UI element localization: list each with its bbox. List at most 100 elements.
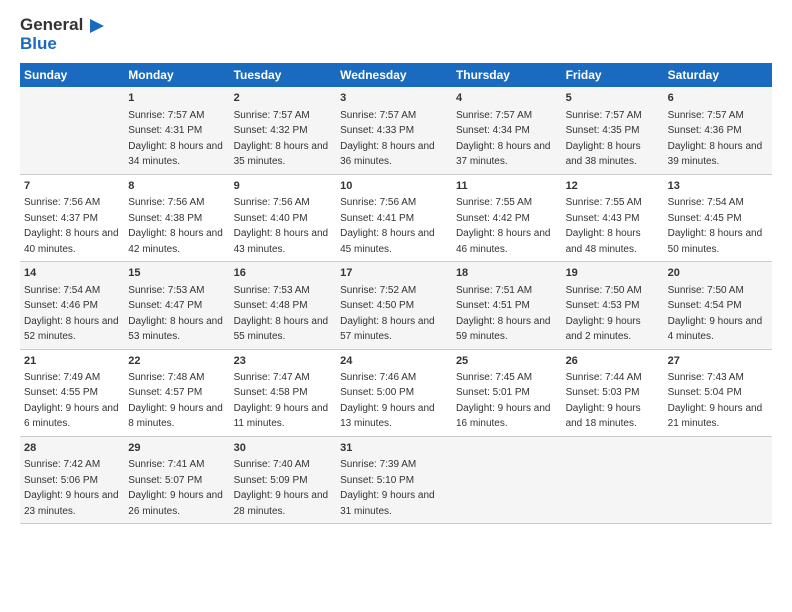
- header-cell: Friday: [562, 63, 664, 87]
- day-info: Sunrise: 7:56 AMSunset: 4:41 PMDaylight:…: [340, 197, 435, 255]
- header-cell: Sunday: [20, 63, 124, 87]
- day-info: Sunrise: 7:43 AMSunset: 5:04 PMDaylight:…: [668, 372, 763, 430]
- day-number: 21: [24, 354, 120, 369]
- calendar-day-cell: 28 Sunrise: 7:42 AMSunset: 5:06 PMDayligh…: [20, 436, 124, 523]
- day-number: 24: [340, 354, 448, 369]
- day-number: 7: [24, 179, 120, 194]
- calendar-day-cell: 11 Sunrise: 7:55 AMSunset: 4:42 PMDayligh…: [452, 174, 562, 261]
- header-row: SundayMondayTuesdayWednesdayThursdayFrid…: [20, 63, 772, 87]
- header-cell: Wednesday: [336, 63, 452, 87]
- header-cell: Tuesday: [230, 63, 337, 87]
- day-info: Sunrise: 7:53 AMSunset: 4:48 PMDaylight:…: [234, 285, 329, 343]
- calendar-day-cell: 13 Sunrise: 7:54 AMSunset: 4:45 PMDayligh…: [664, 174, 772, 261]
- calendar-day-cell: 18 Sunrise: 7:51 AMSunset: 4:51 PMDayligh…: [452, 262, 562, 349]
- day-number: 28: [24, 441, 120, 456]
- calendar-day-cell: 10Sunrise: 7:56 AMSunset: 4:41 PMDayligh…: [336, 174, 452, 261]
- logo-text: General Blue: [20, 16, 104, 53]
- day-number: 25: [456, 354, 558, 369]
- day-info: Sunrise: 7:42 AMSunset: 5:06 PMDaylight:…: [24, 459, 119, 517]
- day-number: 1: [128, 91, 225, 106]
- day-info: Sunrise: 7:57 AMSunset: 4:32 PMDaylight:…: [234, 110, 329, 168]
- calendar-day-cell: 16 Sunrise: 7:53 AMSunset: 4:48 PMDayligh…: [230, 262, 337, 349]
- calendar-day-cell: [452, 436, 562, 523]
- day-info: Sunrise: 7:56 AMSunset: 4:38 PMDaylight:…: [128, 197, 223, 255]
- day-info: Sunrise: 7:53 AMSunset: 4:47 PMDaylight:…: [128, 285, 223, 343]
- header: General Blue: [20, 16, 772, 53]
- day-number: 30: [234, 441, 333, 456]
- day-info: Sunrise: 7:39 AMSunset: 5:10 PMDaylight:…: [340, 459, 435, 517]
- calendar-day-cell: 1 Sunrise: 7:57 AMSunset: 4:31 PMDaylight…: [124, 87, 229, 174]
- day-info: Sunrise: 7:44 AMSunset: 5:03 PMDaylight:…: [566, 372, 642, 430]
- calendar-day-cell: 12 Sunrise: 7:55 AMSunset: 4:43 PMDayligh…: [562, 174, 664, 261]
- day-number: 18: [456, 266, 558, 281]
- day-number: 5: [566, 91, 660, 106]
- day-info: Sunrise: 7:55 AMSunset: 4:43 PMDaylight:…: [566, 197, 642, 255]
- day-info: Sunrise: 7:49 AMSunset: 4:55 PMDaylight:…: [24, 372, 119, 430]
- day-number: 20: [668, 266, 768, 281]
- day-info: Sunrise: 7:57 AMSunset: 4:31 PMDaylight:…: [128, 110, 223, 168]
- day-info: Sunrise: 7:52 AMSunset: 4:50 PMDaylight:…: [340, 285, 435, 343]
- day-info: Sunrise: 7:57 AMSunset: 4:36 PMDaylight:…: [668, 110, 763, 168]
- day-number: 9: [234, 179, 333, 194]
- day-number: 26: [566, 354, 660, 369]
- day-number: 27: [668, 354, 768, 369]
- day-number: 14: [24, 266, 120, 281]
- calendar-week-row: 28 Sunrise: 7:42 AMSunset: 5:06 PMDayligh…: [20, 436, 772, 523]
- calendar-day-cell: 26 Sunrise: 7:44 AMSunset: 5:03 PMDayligh…: [562, 349, 664, 436]
- day-info: Sunrise: 7:50 AMSunset: 4:53 PMDaylight:…: [566, 285, 642, 343]
- day-number: 8: [128, 179, 225, 194]
- calendar-day-cell: 14 Sunrise: 7:54 AMSunset: 4:46 PMDayligh…: [20, 262, 124, 349]
- calendar-week-row: 21 Sunrise: 7:49 AMSunset: 4:55 PMDayligh…: [20, 349, 772, 436]
- calendar-week-row: 14 Sunrise: 7:54 AMSunset: 4:46 PMDayligh…: [20, 262, 772, 349]
- day-info: Sunrise: 7:51 AMSunset: 4:51 PMDaylight:…: [456, 285, 551, 343]
- day-number: 4: [456, 91, 558, 106]
- calendar-day-cell: 19 Sunrise: 7:50 AMSunset: 4:53 PMDayligh…: [562, 262, 664, 349]
- calendar-day-cell: 7 Sunrise: 7:56 AMSunset: 4:37 PMDaylight…: [20, 174, 124, 261]
- header-cell: Thursday: [452, 63, 562, 87]
- day-number: 29: [128, 441, 225, 456]
- day-number: 12: [566, 179, 660, 194]
- calendar-day-cell: 20Sunrise: 7:50 AMSunset: 4:54 PMDayligh…: [664, 262, 772, 349]
- calendar-day-cell: 27 Sunrise: 7:43 AMSunset: 5:04 PMDayligh…: [664, 349, 772, 436]
- day-info: Sunrise: 7:54 AMSunset: 4:45 PMDaylight:…: [668, 197, 763, 255]
- day-number: 3: [340, 91, 448, 106]
- day-number: 13: [668, 179, 768, 194]
- calendar-day-cell: 2Sunrise: 7:57 AMSunset: 4:32 PMDaylight…: [230, 87, 337, 174]
- day-info: Sunrise: 7:45 AMSunset: 5:01 PMDaylight:…: [456, 372, 551, 430]
- day-info: Sunrise: 7:57 AMSunset: 4:35 PMDaylight:…: [566, 110, 642, 168]
- day-number: 16: [234, 266, 333, 281]
- day-info: Sunrise: 7:54 AMSunset: 4:46 PMDaylight:…: [24, 285, 119, 343]
- header-cell: Monday: [124, 63, 229, 87]
- day-number: 6: [668, 91, 768, 106]
- calendar-week-row: 7 Sunrise: 7:56 AMSunset: 4:37 PMDaylight…: [20, 174, 772, 261]
- day-info: Sunrise: 7:56 AMSunset: 4:37 PMDaylight:…: [24, 197, 119, 255]
- day-info: Sunrise: 7:57 AMSunset: 4:33 PMDaylight:…: [340, 110, 435, 168]
- day-number: 17: [340, 266, 448, 281]
- day-info: Sunrise: 7:40 AMSunset: 5:09 PMDaylight:…: [234, 459, 329, 517]
- logo: General Blue: [20, 16, 104, 53]
- calendar-day-cell: 31 Sunrise: 7:39 AMSunset: 5:10 PMDayligh…: [336, 436, 452, 523]
- day-info: Sunrise: 7:46 AMSunset: 5:00 PMDaylight:…: [340, 372, 435, 430]
- calendar-day-cell: [20, 87, 124, 174]
- day-info: Sunrise: 7:55 AMSunset: 4:42 PMDaylight:…: [456, 197, 551, 255]
- calendar-day-cell: [664, 436, 772, 523]
- day-number: 23: [234, 354, 333, 369]
- day-number: 31: [340, 441, 448, 456]
- calendar-day-cell: 24 Sunrise: 7:46 AMSunset: 5:00 PMDayligh…: [336, 349, 452, 436]
- day-number: 19: [566, 266, 660, 281]
- calendar-day-cell: 4 Sunrise: 7:57 AMSunset: 4:34 PMDaylight…: [452, 87, 562, 174]
- calendar-day-cell: 30 Sunrise: 7:40 AMSunset: 5:09 PMDayligh…: [230, 436, 337, 523]
- day-number: 11: [456, 179, 558, 194]
- day-info: Sunrise: 7:57 AMSunset: 4:34 PMDaylight:…: [456, 110, 551, 168]
- day-info: Sunrise: 7:41 AMSunset: 5:07 PMDaylight:…: [128, 459, 223, 517]
- calendar-day-cell: 17 Sunrise: 7:52 AMSunset: 4:50 PMDayligh…: [336, 262, 452, 349]
- calendar-day-cell: 23Sunrise: 7:47 AMSunset: 4:58 PMDayligh…: [230, 349, 337, 436]
- calendar-day-cell: 29 Sunrise: 7:41 AMSunset: 5:07 PMDayligh…: [124, 436, 229, 523]
- calendar-week-row: 1 Sunrise: 7:57 AMSunset: 4:31 PMDaylight…: [20, 87, 772, 174]
- header-cell: Saturday: [664, 63, 772, 87]
- calendar-table: SundayMondayTuesdayWednesdayThursdayFrid…: [20, 63, 772, 524]
- calendar-day-cell: 22Sunrise: 7:48 AMSunset: 4:57 PMDayligh…: [124, 349, 229, 436]
- calendar-day-cell: 8 Sunrise: 7:56 AMSunset: 4:38 PMDaylight…: [124, 174, 229, 261]
- calendar-day-cell: 15Sunrise: 7:53 AMSunset: 4:47 PMDayligh…: [124, 262, 229, 349]
- calendar-day-cell: [562, 436, 664, 523]
